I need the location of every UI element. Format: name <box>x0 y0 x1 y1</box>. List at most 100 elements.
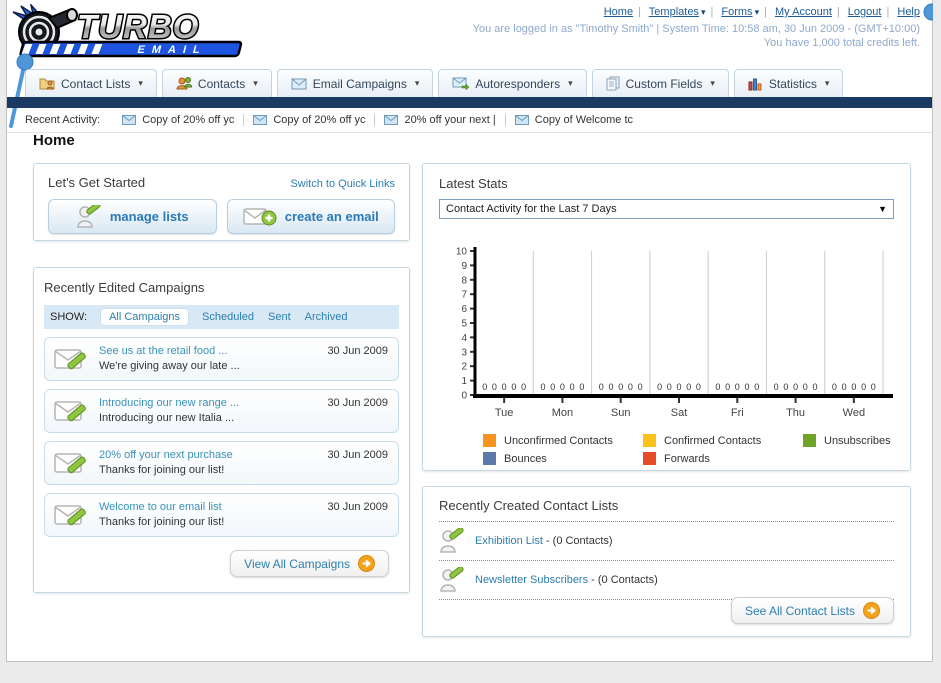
svg-text:Sat: Sat <box>671 407 688 419</box>
campaign-row[interactable]: 20% off your next purchase Thanks for jo… <box>44 441 399 485</box>
recent-activity-item[interactable]: Copy of Welcome tc <box>514 114 642 126</box>
create-email-label: create an email <box>284 209 379 224</box>
svg-text:0: 0 <box>832 382 837 392</box>
svg-text:0: 0 <box>676 382 681 392</box>
person-pencil-icon <box>440 567 464 592</box>
svg-text:Sun: Sun <box>611 407 631 419</box>
svg-text:0: 0 <box>842 382 847 392</box>
contact-list-row[interactable]: Exhibition List - (0 Contacts) <box>439 522 894 561</box>
create-email-button[interactable]: create an email <box>226 199 395 234</box>
manage-lists-button[interactable]: manage lists <box>48 199 217 234</box>
legend-label: Unsubscribes <box>824 434 891 447</box>
svg-text:0: 0 <box>550 382 555 392</box>
nav-my-account-link[interactable]: My Account <box>775 6 832 18</box>
chevron-down-icon: ▾ <box>754 7 760 17</box>
svg-text:0: 0 <box>482 382 487 392</box>
stats-period-select[interactable]: Contact Activity for the Last 7 Days ▼ <box>439 199 894 219</box>
legend-swatch-forwards <box>643 452 656 465</box>
view-all-campaigns-button[interactable]: View All Campaigns <box>230 550 389 577</box>
legend-label: Bounces <box>504 452 547 465</box>
tab-label: Contact Lists <box>61 76 131 91</box>
tab-contact-lists[interactable]: Contact Lists ▾ <box>25 69 157 97</box>
recent-activity-item[interactable]: 20% off your next | <box>384 114 506 126</box>
email-campaigns-icon <box>291 78 307 89</box>
tab-label: Contacts <box>197 76 246 91</box>
tab-custom-fields[interactable]: Custom Fields ▾ <box>591 69 729 97</box>
person-pencil-icon <box>440 528 464 553</box>
see-all-contact-lists-button[interactable]: See All Contact Lists <box>730 597 894 624</box>
activity-text: Copy of 20% off yc <box>142 114 235 126</box>
tab-email-campaigns[interactable]: Email Campaigns ▾ <box>276 69 434 97</box>
nav-help-link[interactable]: Help <box>897 6 920 18</box>
tab-autoresponders[interactable]: Autoresponders ▾ <box>438 69 587 97</box>
nav-logout-link[interactable]: Logout <box>848 6 882 18</box>
stats-period-value: Contact Activity for the Last 7 Days <box>446 203 617 215</box>
campaign-title-link[interactable]: Introducing our new range ... <box>99 396 239 411</box>
svg-text:0: 0 <box>461 391 467 402</box>
svg-text:10: 10 <box>456 247 468 258</box>
filter-all-campaigns[interactable]: All Campaigns <box>101 309 188 325</box>
chevron-down-icon: ▾ <box>253 78 258 88</box>
tab-statistics[interactable]: Statistics ▾ <box>733 69 844 97</box>
svg-text:0: 0 <box>715 382 720 392</box>
top-nav: Home | Templates ▾ | Forms ▾ | My Account | Lo… <box>603 6 920 18</box>
filter-scheduled[interactable]: Scheduled <box>202 311 254 323</box>
campaign-row[interactable]: Welcome to our email list Thanks for joi… <box>44 493 399 537</box>
campaign-title-link[interactable]: 20% off your next purchase <box>99 448 233 463</box>
contact-list-count: - (0 Contacts) <box>588 574 658 586</box>
recent-contact-lists-panel: Recently Created Contact Lists Exhibitio… <box>422 486 911 637</box>
get-started-panel: Let's Get Started Switch to Quick Links … <box>33 163 410 241</box>
campaign-date: 30 Jun 2009 <box>327 345 388 357</box>
legend-label: Unconfirmed Contacts <box>504 434 613 447</box>
nav-templates-link[interactable]: Templates <box>649 6 699 18</box>
campaign-title-link[interactable]: Welcome to our email list <box>99 500 224 515</box>
page-title: Home <box>33 132 75 149</box>
tab-contacts[interactable]: Contacts ▾ <box>161 69 272 97</box>
contact-list-link[interactable]: Newsletter Subscribers <box>475 574 588 586</box>
see-all-contact-lists-label: See All Contact Lists <box>744 603 855 618</box>
nav-home-link[interactable]: Home <box>604 6 633 18</box>
svg-text:9: 9 <box>461 261 467 272</box>
page-card: TURBO EMAIL Home | Templates ▾ | Forms ▾… <box>6 0 933 662</box>
nav-forms-link[interactable]: Forms <box>721 6 752 18</box>
contact-list-link[interactable]: Exhibition List <box>475 535 543 547</box>
campaign-row[interactable]: See us at the retail food ... We're givi… <box>44 337 399 381</box>
statistics-icon <box>748 78 762 90</box>
turbo-email-logo-art: TURBO EMAIL <box>12 2 243 58</box>
svg-text:0: 0 <box>812 382 817 392</box>
svg-text:0: 0 <box>744 382 749 392</box>
contact-list-row[interactable]: Newsletter Subscribers - (0 Contacts) <box>439 561 894 600</box>
svg-text:0: 0 <box>638 382 643 392</box>
svg-text:3: 3 <box>461 347 467 358</box>
legend-item: Unsubscribes <box>803 434 894 447</box>
svg-text:0: 0 <box>657 382 662 392</box>
custom-fields-icon <box>606 76 620 91</box>
campaign-date: 30 Jun 2009 <box>327 397 388 409</box>
filter-sent[interactable]: Sent <box>268 311 291 323</box>
svg-text:8: 8 <box>461 275 467 286</box>
navy-divider-bar <box>7 97 932 108</box>
svg-text:0: 0 <box>570 382 575 392</box>
filter-archived[interactable]: Archived <box>305 311 348 323</box>
recent-activity-item[interactable]: Copy of 20% off yc <box>122 114 245 126</box>
svg-text:4: 4 <box>461 333 467 344</box>
campaign-filterbar: SHOW: All Campaigns Scheduled Sent Archi… <box>44 305 399 329</box>
legend-label: Confirmed Contacts <box>664 434 762 447</box>
arrow-right-icon <box>863 602 880 619</box>
envelope-icon <box>253 115 268 125</box>
svg-text:0: 0 <box>560 382 565 392</box>
recent-activity-label: Recent Activity: <box>25 114 101 126</box>
campaign-row[interactable]: Introducing our new range ... Introducin… <box>44 389 399 433</box>
envelope-icon <box>122 115 137 125</box>
chevron-down-icon: ▾ <box>138 78 143 88</box>
envelope-icon <box>514 115 529 125</box>
svg-text:0: 0 <box>735 382 740 392</box>
campaign-subtitle: Thanks for joining our list! <box>99 464 225 476</box>
switch-quick-links-link[interactable]: Switch to Quick Links <box>290 178 395 190</box>
svg-text:0: 0 <box>851 382 856 392</box>
legend-swatch-bounces <box>483 452 496 465</box>
chart-legend: Unconfirmed Contacts Confirmed Contacts … <box>483 434 894 465</box>
campaign-title-link[interactable]: See us at the retail food ... <box>99 344 240 359</box>
recent-activity-item[interactable]: Copy of 20% off yc <box>253 114 376 126</box>
svg-text:6: 6 <box>461 304 467 315</box>
